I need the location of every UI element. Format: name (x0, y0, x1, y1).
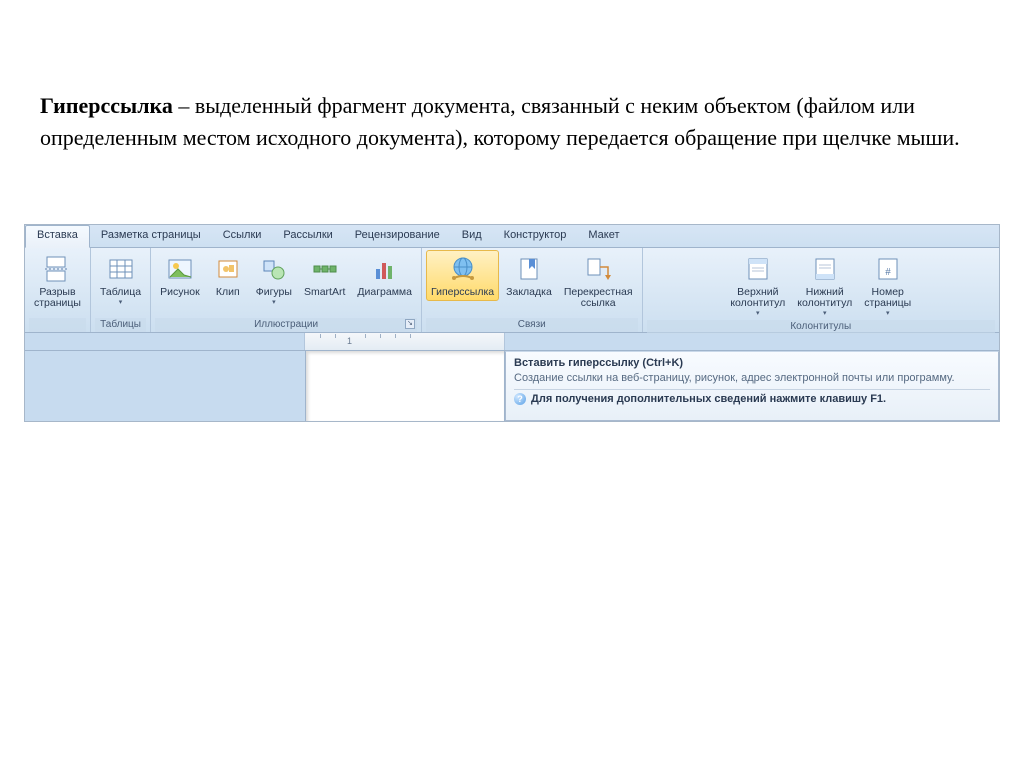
document-area: Вставить гиперссылку (Ctrl+K) Создание с… (25, 351, 999, 421)
ribbon-body: Разрыв страницы Таблица ▾ Таблицы (25, 248, 999, 333)
tooltip-body: Создание ссылки на веб-страницу, рисунок… (514, 372, 990, 385)
term-rest: – выделенный фрагмент документа, связанн… (40, 93, 960, 150)
dropdown-icon: ▾ (886, 309, 890, 317)
page-break-icon (41, 253, 73, 285)
group-header-footer: Верхний колонтитул ▾ Нижний колонтитул ▾… (643, 248, 999, 332)
tooltip-title: Вставить гиперссылку (Ctrl+K) (514, 357, 990, 369)
clip-button[interactable]: Клип (207, 250, 249, 301)
page-number-button[interactable]: # Номер страницы ▾ (859, 250, 916, 320)
bookmark-icon (513, 253, 545, 285)
bookmark-button[interactable]: Закладка (501, 250, 557, 301)
picture-button[interactable]: Рисунок (155, 250, 205, 301)
tab-design[interactable]: Конструктор (493, 225, 578, 247)
hyperlink-button[interactable]: Гиперссылка (426, 250, 499, 301)
horizontal-ruler[interactable]: 1 (305, 333, 505, 350)
page-break-button[interactable]: Разрыв страницы (29, 250, 86, 312)
footer-button[interactable]: Нижний колонтитул ▾ (792, 250, 857, 320)
chart-icon (369, 253, 401, 285)
chart-button[interactable]: Диаграмма (352, 250, 417, 301)
header-button[interactable]: Верхний колонтитул ▾ (725, 250, 790, 320)
cross-reference-icon (582, 253, 614, 285)
tooltip-footer: ? Для получения дополнительных сведений … (514, 389, 990, 405)
group-tables: Таблица ▾ Таблицы (91, 248, 151, 332)
tab-page-layout[interactable]: Разметка страницы (90, 225, 212, 247)
tab-references[interactable]: Ссылки (212, 225, 273, 247)
picture-icon (164, 253, 196, 285)
tab-layout[interactable]: Макет (577, 225, 630, 247)
dropdown-icon: ▾ (119, 298, 123, 306)
group-tables-label: Таблицы (95, 318, 146, 332)
group-pages: Разрыв страницы (25, 248, 91, 332)
document-page[interactable] (305, 351, 505, 421)
definition-paragraph: Гиперссылка – выделенный фрагмент докуме… (0, 0, 1024, 154)
group-header-footer-label: Колонтитулы (647, 320, 995, 334)
dropdown-icon: ▾ (756, 309, 760, 317)
dialog-launcher-icon[interactable]: ↘ (405, 319, 415, 329)
shapes-icon (258, 253, 290, 285)
svg-text:#: # (885, 266, 891, 278)
help-icon: ? (514, 393, 526, 405)
word-ribbon-screenshot: Вставка Разметка страницы Ссылки Рассылк… (24, 224, 1000, 422)
tab-view[interactable]: Вид (451, 225, 493, 247)
group-links-label: Связи (426, 318, 638, 332)
group-illustrations-label: Иллюстрации↘ (155, 318, 417, 332)
shapes-button[interactable]: Фигуры ▾ (251, 250, 297, 309)
hyperlink-icon (447, 253, 479, 285)
cross-reference-button[interactable]: Перекрестная ссылка (559, 250, 638, 312)
tab-mailings[interactable]: Рассылки (272, 225, 343, 247)
dropdown-icon: ▾ (823, 309, 827, 317)
ribbon-tabs: Вставка Разметка страницы Ссылки Рассылк… (25, 225, 999, 248)
group-links: Гиперссылка Закладка Перекрестная ссылка… (422, 248, 643, 332)
table-icon (105, 253, 137, 285)
smartart-button[interactable]: SmartArt (299, 250, 350, 301)
header-icon (742, 253, 774, 285)
dropdown-icon: ▾ (272, 298, 276, 306)
page-number-icon: # (872, 253, 904, 285)
clip-icon (212, 253, 244, 285)
group-illustrations: Рисунок Клип Фигуры ▾ (151, 248, 422, 332)
footer-icon (809, 253, 841, 285)
ruler-row: 1 (25, 333, 999, 351)
table-button[interactable]: Таблица ▾ (95, 250, 146, 309)
tab-insert[interactable]: Вставка (25, 225, 90, 248)
smartart-icon (309, 253, 341, 285)
hyperlink-tooltip: Вставить гиперссылку (Ctrl+K) Создание с… (505, 351, 999, 421)
term-bold: Гиперссылка (40, 93, 173, 118)
tab-review[interactable]: Рецензирование (344, 225, 451, 247)
